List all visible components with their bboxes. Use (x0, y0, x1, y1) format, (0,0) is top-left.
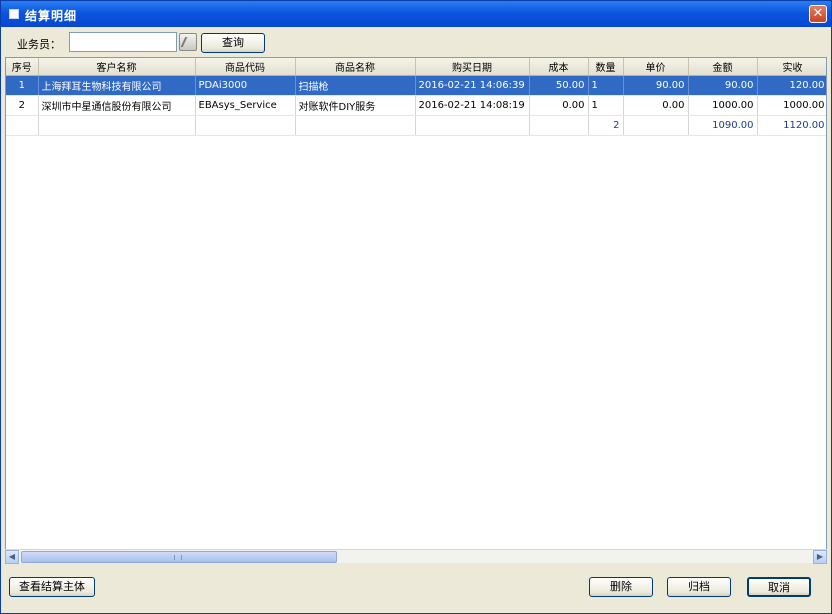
col-header-product-name[interactable]: 商品名称 (295, 58, 416, 76)
cell-purchase-date: 2016-02-21 14:08:19 (415, 95, 530, 116)
query-button[interactable]: 查询 (201, 33, 265, 53)
cancel-button[interactable]: 取消 (747, 577, 811, 597)
cell-unit-price: 90.00 (623, 75, 689, 96)
cell-total-empty (295, 115, 416, 136)
col-header-received[interactable]: 实收 (757, 58, 826, 76)
cell-index: 2 (6, 95, 39, 116)
salesperson-input[interactable] (69, 32, 177, 52)
horizontal-scrollbar[interactable]: ◀ ▶ (5, 549, 827, 564)
cell-unit-price: 0.00 (623, 95, 689, 116)
close-button[interactable]: ✕ (809, 5, 827, 23)
cell-purchase-date: 2016-02-21 14:06:39 (415, 75, 530, 96)
pencil-icon (180, 37, 196, 47)
cell-total-empty (415, 115, 530, 136)
cell-index: 1 (6, 75, 39, 96)
cell-product-code: EBAsys_Service (195, 95, 296, 116)
total-row: 2 1090.00 1120.00 (6, 115, 826, 136)
col-header-unit-price[interactable]: 单价 (623, 58, 689, 76)
cell-total-quantity: 2 (588, 115, 624, 136)
col-header-index[interactable]: 序号 (6, 58, 39, 76)
scroll-thumb[interactable] (21, 551, 337, 563)
col-header-cost[interactable]: 成本 (529, 58, 589, 76)
cell-total-empty (529, 115, 589, 136)
cell-customer: 上海拜耳生物科技有限公司 (38, 75, 196, 96)
cell-amount: 90.00 (688, 75, 758, 96)
cell-total-empty (6, 115, 39, 136)
cell-total-empty (623, 115, 689, 136)
window-title: 结算明细 (25, 9, 78, 23)
cell-amount: 1000.00 (688, 95, 758, 116)
filter-toolbar: 业务员： 查询 (5, 29, 827, 57)
cell-customer: 深圳市中星通信股份有限公司 (38, 95, 196, 116)
view-settlement-entity-button[interactable]: 查看结算主体 (9, 577, 95, 597)
cell-received: 120.00 (757, 75, 826, 96)
settlement-table: 序号 客户名称 商品代码 商品名称 购买日期 成本 数量 单价 金额 实收 1 … (6, 58, 826, 136)
col-header-amount[interactable]: 金额 (688, 58, 758, 76)
cell-quantity: 1 (588, 95, 624, 116)
salesperson-label: 业务员： (17, 38, 61, 51)
delete-button[interactable]: 删除 (589, 577, 653, 597)
cell-product-name: 对账软件DIY服务 (295, 95, 416, 116)
grip-icon (174, 555, 182, 560)
settlement-grid: 序号 客户名称 商品代码 商品名称 购买日期 成本 数量 单价 金额 实收 1 … (5, 57, 827, 563)
archive-button[interactable]: 归档 (667, 577, 731, 597)
cell-product-code: PDAi3000 (195, 75, 296, 96)
header-row: 序号 客户名称 商品代码 商品名称 购买日期 成本 数量 单价 金额 实收 (6, 58, 826, 76)
cell-total-empty (38, 115, 196, 136)
action-bar: 查看结算主体 删除 归档 取消 (5, 567, 827, 607)
col-header-product-code[interactable]: 商品代码 (195, 58, 296, 76)
cell-cost: 0.00 (529, 95, 589, 116)
edit-salesperson-button[interactable] (179, 33, 197, 51)
window-icon (9, 9, 19, 19)
scroll-right-icon[interactable]: ▶ (813, 550, 827, 564)
table-row[interactable]: 2 深圳市中星通信股份有限公司 EBAsys_Service 对账软件DIY服务… (6, 95, 826, 116)
cell-total-amount: 1090.00 (688, 115, 758, 136)
title-bar[interactable]: 结算明细 ✕ (1, 1, 831, 27)
col-header-quantity[interactable]: 数量 (588, 58, 624, 76)
col-header-customer[interactable]: 客户名称 (38, 58, 196, 76)
settlement-detail-window: 结算明细 ✕ 业务员： 查询 序号 客户名称 商品代码 商品名称 购买日期 成本 (0, 0, 832, 614)
cell-total-empty (195, 115, 296, 136)
cell-cost: 50.00 (529, 75, 589, 96)
col-header-purchase-date[interactable]: 购买日期 (415, 58, 530, 76)
scroll-left-icon[interactable]: ◀ (5, 550, 19, 564)
cell-total-received: 1120.00 (757, 115, 826, 136)
cell-product-name: 扫描枪 (295, 75, 416, 96)
table-row[interactable]: 1 上海拜耳生物科技有限公司 PDAi3000 扫描枪 2016-02-21 1… (6, 75, 826, 96)
cell-received: 1000.00 (757, 95, 826, 116)
cell-quantity: 1 (588, 75, 624, 96)
